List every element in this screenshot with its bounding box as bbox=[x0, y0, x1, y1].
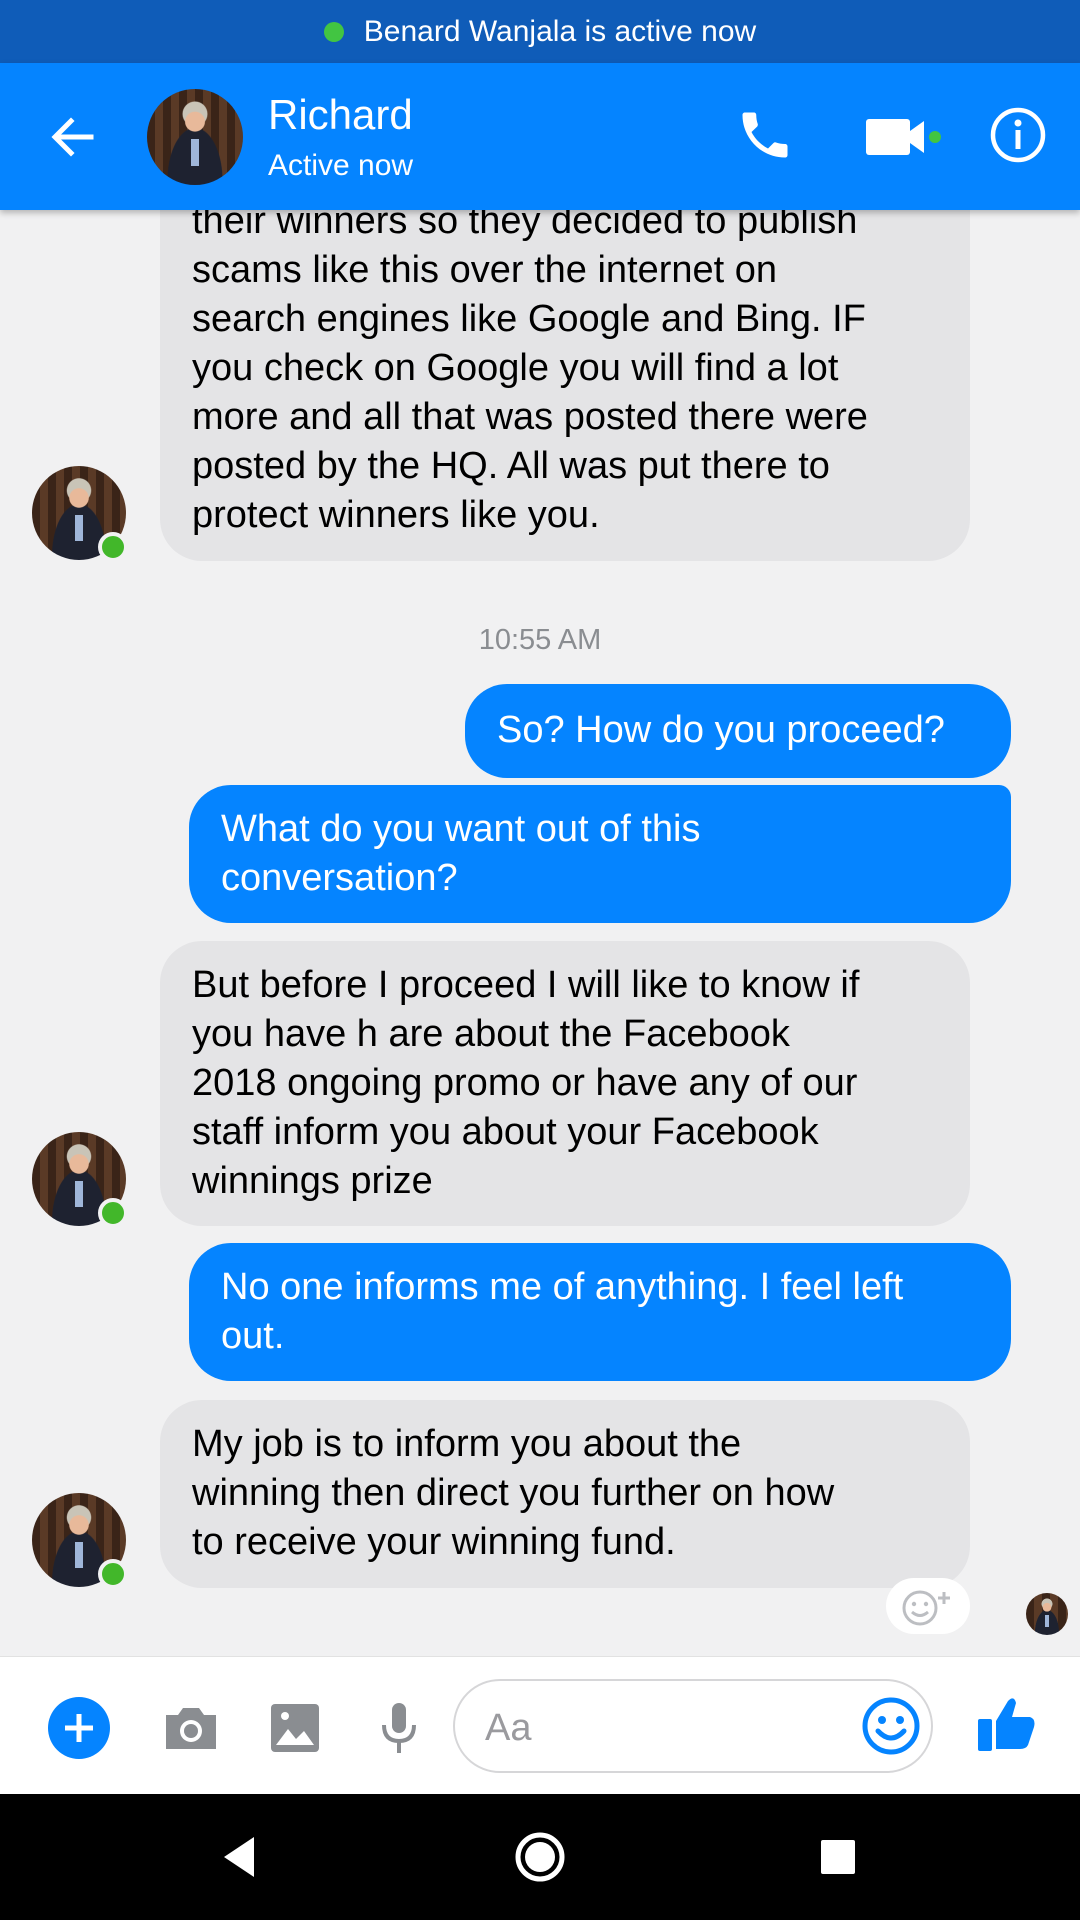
online-dot-icon bbox=[98, 1198, 128, 1228]
online-indicator-icon bbox=[323, 21, 344, 42]
messenger-screen: Benard Wanjala is active now Richard Act… bbox=[0, 0, 1080, 1920]
active-now-banner-text: Benard Wanjala is active now bbox=[363, 14, 757, 48]
message-composer bbox=[0, 1656, 1080, 1794]
plus-circle-icon[interactable] bbox=[48, 1697, 110, 1759]
recents-square-icon[interactable] bbox=[808, 1827, 868, 1887]
conversation-header: Richard Active now bbox=[0, 63, 1080, 210]
video-camera-icon[interactable] bbox=[862, 109, 942, 165]
contact-status: Active now bbox=[268, 149, 414, 182]
contact-avatar[interactable] bbox=[147, 89, 243, 185]
message-input-container bbox=[453, 1679, 933, 1773]
sender-avatar[interactable] bbox=[32, 1493, 128, 1589]
sender-avatar[interactable] bbox=[32, 466, 128, 562]
info-icon[interactable] bbox=[988, 105, 1048, 165]
home-circle-icon[interactable] bbox=[510, 1827, 570, 1887]
active-now-banner[interactable]: Benard Wanjala is active now bbox=[0, 0, 1080, 63]
avatar-image bbox=[1026, 1593, 1068, 1635]
image-icon[interactable] bbox=[264, 1697, 326, 1759]
message-outgoing[interactable]: So? How do you proceed? bbox=[465, 684, 1011, 778]
message-incoming[interactable]: their winners so they decided to publish… bbox=[160, 150, 970, 561]
camera-icon[interactable] bbox=[160, 1697, 222, 1759]
seen-receipt-avatar bbox=[1026, 1593, 1068, 1635]
message-input[interactable] bbox=[485, 1703, 845, 1753]
message-outgoing[interactable]: What do you want out of this conversatio… bbox=[189, 785, 1011, 923]
smiley-plus-icon bbox=[902, 1590, 950, 1626]
online-dot-icon bbox=[98, 532, 128, 562]
microphone-icon[interactable] bbox=[368, 1697, 430, 1759]
add-reaction-icon[interactable] bbox=[886, 1578, 970, 1634]
online-dot-icon bbox=[98, 1559, 128, 1589]
message-incoming[interactable]: My job is to inform you about the winnin… bbox=[160, 1400, 970, 1588]
arrow-left-icon[interactable] bbox=[45, 109, 101, 165]
system-navigation-bar bbox=[0, 1794, 1080, 1920]
contact-name[interactable]: Richard bbox=[268, 91, 413, 139]
phone-icon[interactable] bbox=[735, 105, 795, 165]
sender-avatar[interactable] bbox=[32, 1132, 128, 1228]
thumbs-up-icon[interactable] bbox=[974, 1691, 1040, 1757]
smiley-icon[interactable] bbox=[860, 1695, 922, 1757]
back-triangle-icon[interactable] bbox=[210, 1827, 270, 1887]
message-timestamp: 10:55 AM bbox=[478, 624, 602, 656]
message-outgoing[interactable]: No one informs me of anything. I feel le… bbox=[189, 1243, 1011, 1381]
message-incoming[interactable]: But before I proceed I will like to know… bbox=[160, 941, 970, 1226]
